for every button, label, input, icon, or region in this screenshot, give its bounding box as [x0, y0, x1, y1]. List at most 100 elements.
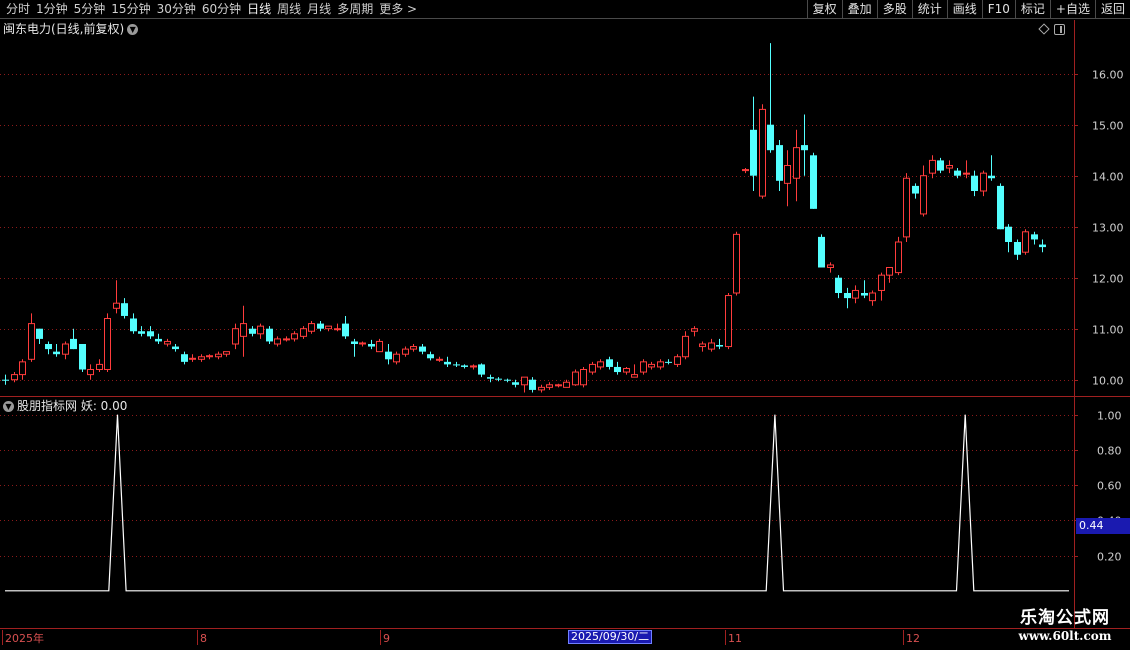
price-tick-label: 15.00	[1092, 120, 1124, 133]
candle-body	[198, 356, 205, 360]
candle-body	[742, 169, 749, 172]
candle-body	[232, 328, 239, 345]
indicator-line	[5, 414, 1069, 592]
candle-body	[937, 160, 944, 171]
candle-body	[385, 351, 392, 360]
candle-body	[997, 185, 1004, 230]
watermark: 乐淘公式网 www.60lt.com	[1000, 607, 1130, 643]
candle-body	[359, 342, 366, 345]
candle-body	[563, 381, 570, 388]
candle-body	[155, 338, 162, 342]
indicator-value-marker: 0.44	[1076, 518, 1130, 534]
candle-body	[980, 172, 987, 192]
candle-body	[274, 338, 281, 345]
date-cursor-label: 2025/09/30/二	[568, 630, 653, 644]
date-label: 8	[200, 632, 207, 645]
candle-body	[1022, 231, 1029, 253]
watermark-title: 乐淘公式网	[1020, 608, 1110, 628]
candle-body	[801, 145, 808, 151]
candle-body	[478, 364, 485, 375]
candle-body	[138, 331, 145, 334]
candle-body	[427, 354, 434, 359]
stock-title: 闽东电力(日线,前复权)	[3, 22, 125, 36]
candle-body	[11, 374, 18, 381]
candle-body	[79, 344, 86, 370]
candle-body	[682, 335, 689, 358]
candle-body	[453, 364, 460, 366]
date-label: 9	[383, 632, 390, 645]
candle-body	[929, 159, 936, 174]
candle-body	[827, 264, 834, 269]
candle-body	[784, 165, 791, 184]
candle-body	[963, 172, 970, 175]
candle-body	[920, 175, 927, 215]
candle-body	[317, 323, 324, 329]
candle-body	[844, 293, 851, 299]
candle-body	[249, 328, 256, 334]
candle-body	[130, 318, 137, 332]
chevron-down-icon[interactable]: ▼	[3, 401, 14, 412]
candle-body	[419, 346, 426, 352]
candle-body	[1039, 244, 1046, 248]
candle-body	[988, 175, 995, 179]
candle-body	[215, 353, 222, 358]
price-tick-label: 13.00	[1092, 222, 1124, 235]
price-tick-label: 10.00	[1092, 375, 1124, 388]
candle-body	[674, 356, 681, 365]
candle-body	[308, 323, 315, 332]
candle-body	[172, 346, 179, 350]
candle-body	[164, 340, 171, 345]
candle-body	[266, 328, 273, 342]
kline-chart[interactable]: 10.00 11.00 12.00 13.00 14.00 15.00 16.00 0.20 0…	[0, 0, 1130, 650]
candle-body	[895, 241, 902, 274]
candle-body	[580, 369, 587, 386]
candle-body	[657, 361, 664, 368]
candle-body	[529, 379, 536, 390]
indicator-tick-label: 0.60	[1097, 480, 1122, 493]
candle-body	[444, 361, 451, 365]
candle-body	[1005, 226, 1012, 242]
chevron-down-icon[interactable]: ▼	[127, 24, 139, 35]
candle-body	[793, 147, 800, 179]
candle-body	[750, 129, 757, 176]
candle-body	[589, 363, 596, 373]
candle-body	[912, 185, 919, 194]
candle-layer	[2, 43, 1046, 393]
candle-body	[147, 331, 154, 337]
candle-body	[614, 366, 621, 373]
candle-body	[436, 358, 443, 361]
candle-body	[325, 325, 332, 330]
candle-body	[257, 325, 264, 335]
candle-body	[691, 328, 698, 332]
candle-body	[342, 323, 349, 337]
candle-body	[70, 338, 77, 350]
panel-toggle-icon[interactable]	[1054, 23, 1065, 35]
candle-body	[96, 363, 103, 370]
candle-body	[810, 155, 817, 209]
candle-body	[368, 344, 375, 347]
candle-body	[878, 274, 885, 291]
candle-body	[776, 145, 783, 181]
candle-body	[504, 379, 511, 381]
candle-body	[606, 359, 613, 367]
candle-body	[648, 363, 655, 368]
candle-body	[597, 361, 604, 368]
candle-body	[45, 344, 52, 350]
candle-body	[104, 318, 111, 370]
candle-body	[113, 302, 120, 309]
candle-body	[410, 346, 417, 350]
candle-body	[495, 378, 502, 380]
candle-body	[393, 353, 400, 363]
candle-body	[852, 289, 859, 299]
candle-body	[521, 376, 528, 386]
candle-body	[1014, 242, 1021, 255]
indicator-panel-header: ▼ 股朋指标网 妖: 0.00	[0, 397, 127, 415]
price-tick-label: 12.00	[1092, 273, 1124, 286]
candle-body	[402, 348, 409, 355]
candle-body	[206, 355, 213, 358]
candle-body	[223, 351, 230, 355]
candle-body	[708, 342, 715, 350]
candle-body	[512, 382, 519, 385]
diamond-icon[interactable]	[1038, 23, 1050, 35]
candle-body	[699, 343, 706, 348]
